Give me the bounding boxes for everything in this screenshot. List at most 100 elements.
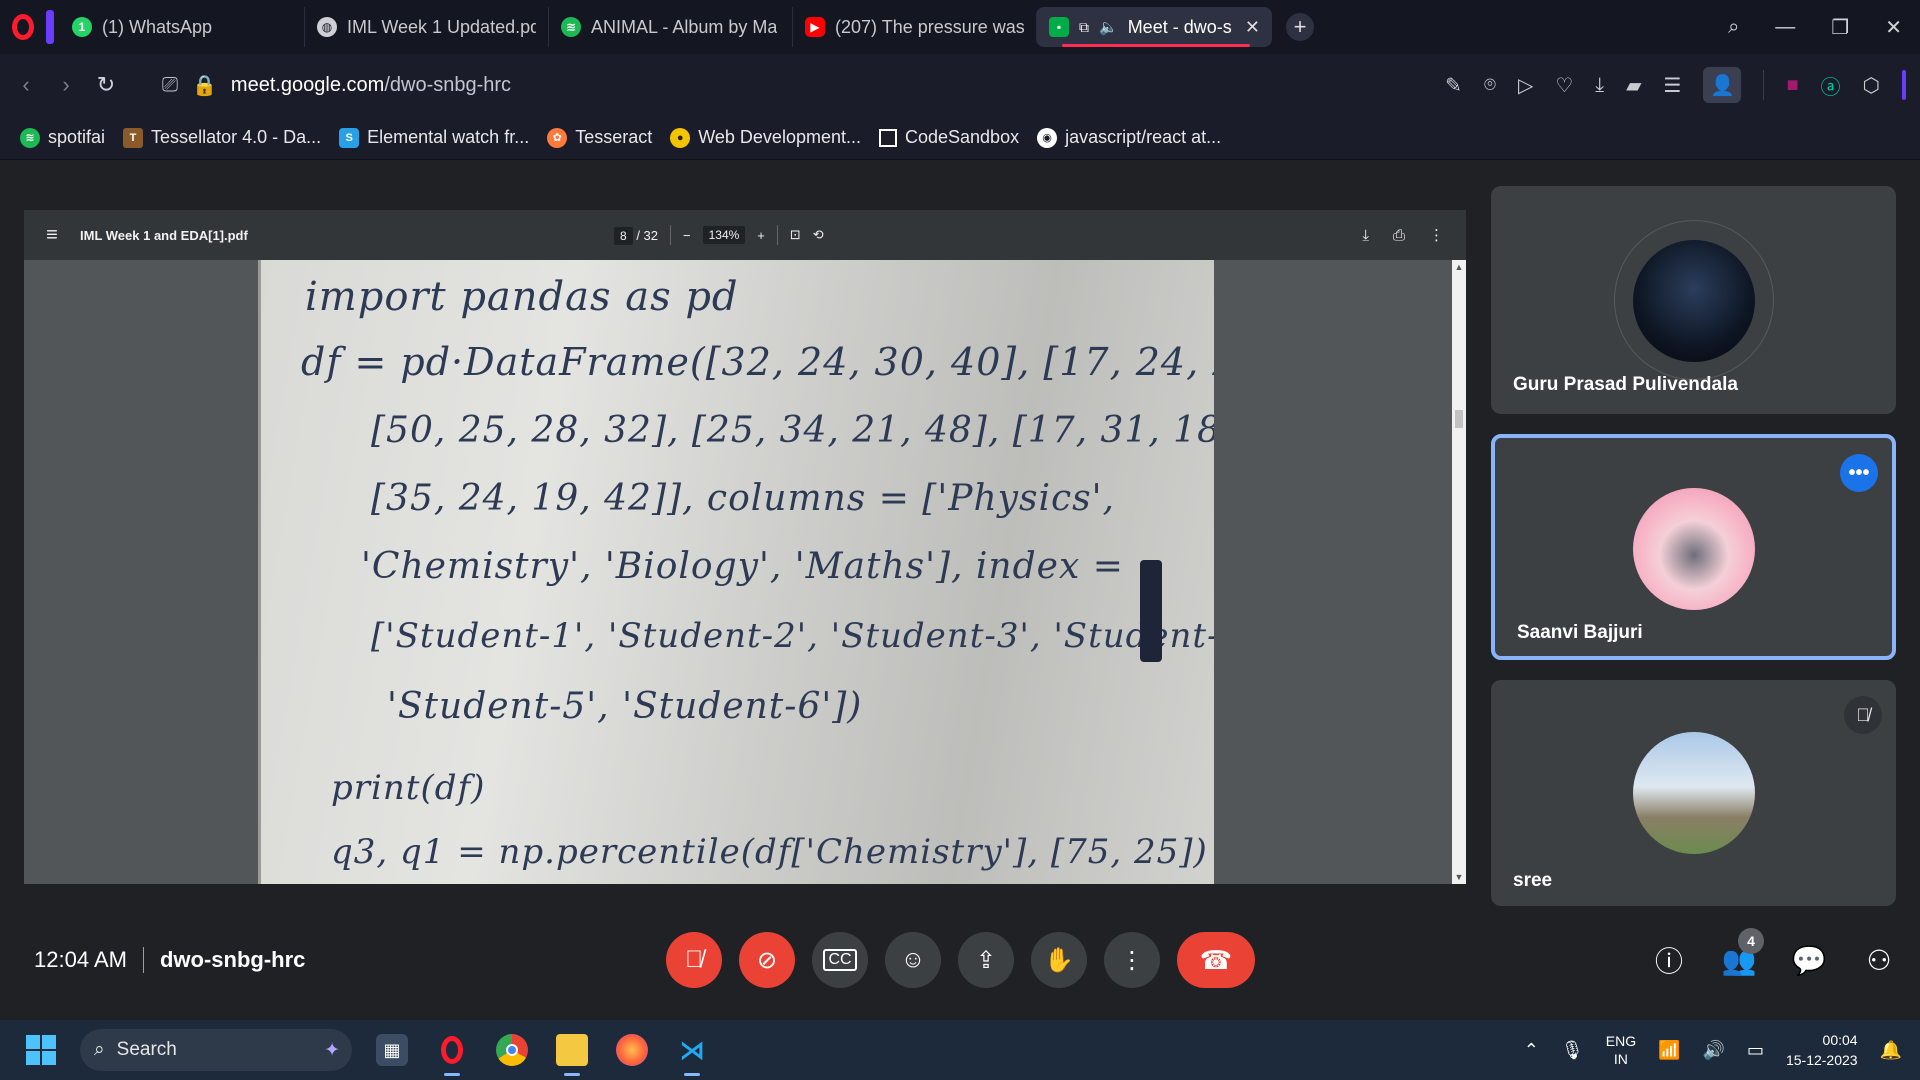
scrollbar-thumb[interactable] [1455,410,1463,428]
tab-whatsapp[interactable]: 1 (1) WhatsApp [60,7,304,47]
forward-icon[interactable]: › [46,72,86,98]
volume-icon[interactable]: 🔊 [1703,1040,1725,1061]
toolbar-divider [1763,70,1765,100]
file-explorer-icon[interactable] [556,1034,588,1076]
mic-off-button[interactable]: 🎙̸ [666,932,722,988]
url-field[interactable]: ⎚ 🔒 meet.google.com/dwo-snbg-hrc [162,73,511,98]
pdf-scrollbar[interactable]: ▲ ▼ [1452,260,1466,884]
language-indicator[interactable]: ENG IN [1606,1032,1636,1068]
tab-spotify[interactable]: ≋ ANIMAL - Album by Ma [548,7,792,47]
hamburger-menu-icon[interactable]: ≡ [24,224,80,247]
extension-a-icon[interactable]: ⓐ [1821,71,1841,100]
bookmark-elemental[interactable]: S Elemental watch fr... [339,127,529,148]
chat-button[interactable]: 💬 [1792,930,1827,990]
bookmark-spotifai[interactable]: ≋ spotifai [20,127,105,148]
captions-button[interactable]: CC [812,932,868,988]
wifi-icon[interactable]: 📶 [1658,1040,1680,1061]
close-tab-icon[interactable]: ✕ [1245,17,1260,38]
battery-icon[interactable]: ▭ [1747,1040,1764,1061]
pip-icon[interactable]: ⧉ [1079,19,1089,36]
handwritten-line: import pandas as pd [305,274,739,320]
bookmark-label: Elemental watch fr... [367,127,530,147]
leave-call-button[interactable]: ☎ [1177,932,1255,988]
bookmark-label: spotifai [48,127,106,147]
back-icon[interactable]: ‹ [6,72,46,98]
edit-icon[interactable]: ✎ [1445,73,1462,98]
tab-iml-pdf[interactable]: ◍ IML Week 1 Updated.pd [304,7,548,47]
heart-icon[interactable]: ♡ [1555,73,1573,98]
bookmark-codesandbox[interactable]: CodeSandbox [878,127,1019,148]
tessellator-icon: T [123,127,144,148]
zoom-in-icon[interactable]: + [757,228,765,243]
pdf-document-area[interactable]: import pandas as pd df = pd·DataFrame([3… [24,260,1466,884]
reload-icon[interactable]: ↻ [86,72,126,98]
flow-send-icon[interactable]: ▷ [1518,73,1533,98]
wallet-icon[interactable]: ▰ [1626,73,1641,98]
meet-stage: ≡ IML Week 1 and EDA[1].pdf 8 / 32 − 134… [0,160,1920,1020]
chrome-icon[interactable] [496,1034,528,1066]
more-options-button[interactable]: ⋮ [1104,932,1160,988]
more-vert-icon[interactable]: ⋮ [1429,226,1444,244]
opera-menu-icon[interactable] [0,0,46,54]
people-button[interactable]: 4 👥 [1722,928,1764,990]
restore-icon[interactable]: ❐ [1831,15,1849,40]
download-icon[interactable]: ⤓ [1595,74,1604,97]
download-icon[interactable]: ⤓ [1362,227,1369,244]
present-button[interactable]: ⇪ [958,932,1014,988]
activities-button[interactable]: ⚇ [1862,930,1896,990]
vscode-icon[interactable]: ⋊ [676,1034,708,1076]
call-controls: 🎙̸ ⊘ CC ☺ ⇪ ✋ ⋮ ☎ [666,932,1255,988]
print-icon[interactable]: ⎙ [1393,227,1405,244]
participant-tile-active-speaker[interactable]: ••• Saanvi Bajjuri [1491,434,1896,660]
bookmark-github[interactable]: ◉ javascript/react at... [1037,127,1221,148]
cast-icon[interactable]: ⎚ [162,74,178,97]
raise-hand-button[interactable]: ✋ [1031,932,1087,988]
extensions-cube-icon[interactable]: ⬡ [1863,73,1880,98]
tab-meet[interactable]: ▪ ⧉ 🔈 Meet - dwo-s ✕ [1036,7,1272,47]
opera-icon[interactable] [436,1034,468,1076]
microphone-icon[interactable]: 🎙 [1561,1040,1584,1061]
tab-youtube[interactable]: ▶ (207) The pressure was [792,7,1036,47]
participant-tile[interactable]: Guru Prasad Pulivendala [1491,186,1896,414]
camera-icon[interactable]: ⌾ [1484,74,1496,97]
fit-page-icon[interactable]: ⊡ [790,227,801,243]
notification-bell-icon[interactable]: 🔔 [1880,1040,1902,1061]
scroll-up-icon[interactable]: ▲ [1452,262,1466,272]
taskbar-search[interactable]: ⌕ Search ✦ [80,1029,352,1071]
rotate-icon[interactable]: ⟲ [813,227,824,243]
scroll-down-icon[interactable]: ▼ [1452,872,1466,882]
more-options-icon[interactable]: ••• [1840,454,1878,492]
new-tab-button[interactable]: + [1286,13,1314,41]
windows-start-icon[interactable] [26,1035,56,1065]
meeting-info-button[interactable]: ⓘ [1652,930,1686,990]
bookmark-label: Web Development... [698,127,861,147]
bookmark-label: Tesseract [575,127,653,147]
bookmark-tesseract[interactable]: ✿ Tesseract [547,127,652,148]
close-window-icon[interactable]: ✕ [1885,15,1902,40]
zoom-level-input[interactable]: 134% [702,226,746,244]
extension-dark-icon[interactable]: ■ [1786,74,1798,97]
clock-date: 15-12-2023 [1785,1052,1858,1068]
page-number-input[interactable]: 8 [614,226,633,245]
zoom-out-icon[interactable]: − [683,228,691,243]
easy-setup-icon[interactable]: ☰ [1664,73,1682,98]
firefox-icon[interactable] [616,1034,648,1066]
search-tabs-icon[interactable]: ⌕ [1728,16,1739,39]
camera-off-button[interactable]: ⊘ [739,932,795,988]
whatsapp-icon: 1 [72,17,92,37]
participant-tile[interactable]: 🎙̸ sree [1491,680,1896,906]
bookmark-tessellator[interactable]: T Tessellator 4.0 - Da... [123,127,321,148]
profile-icon[interactable]: 👤 [1703,67,1742,103]
reactions-button[interactable]: ☺ [885,932,941,988]
tab-label: Meet - dwo-s [1127,16,1232,37]
minimize-icon[interactable]: — [1775,16,1795,39]
calculator-icon[interactable]: ▦ [376,1034,408,1066]
bookmark-webdev[interactable]: ● Web Development... [670,127,861,148]
taskbar-clock[interactable]: 00:04 15-12-2023 [1786,1030,1858,1070]
bookmark-label: Tessellator 4.0 - Da... [151,127,322,147]
globe-icon: ◍ [317,17,337,37]
speaker-icon[interactable]: 🔈 [1099,18,1118,36]
lock-icon[interactable]: 🔒 [192,73,217,98]
search-icon: ⌕ [94,1039,105,1060]
chevron-up-icon[interactable]: ⌃ [1524,1040,1539,1061]
